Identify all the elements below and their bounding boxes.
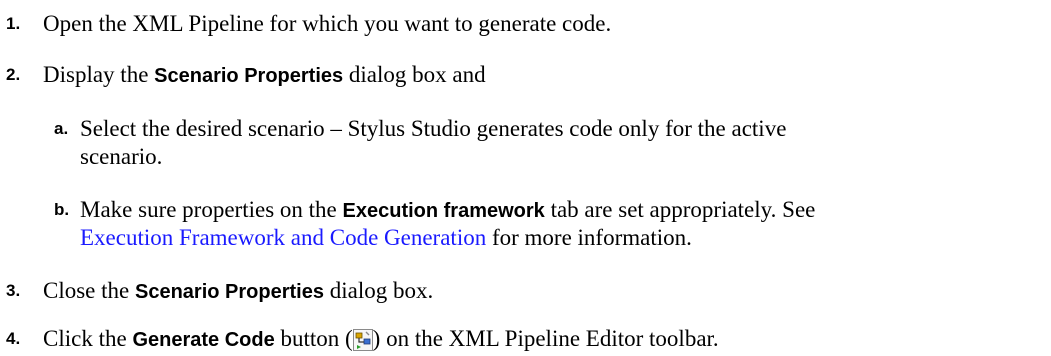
substep-text-post: tab are set appropriately. See	[544, 197, 816, 222]
substep-text-pre: Make sure properties on the	[80, 197, 343, 222]
step-number: 2.	[6, 65, 21, 84]
generate-code-icon	[352, 329, 373, 351]
step-text-post: dialog box.	[323, 278, 434, 303]
ui-term: Execution framework	[342, 200, 545, 222]
substep-line: Select the desired scenario – Stylus Stu…	[80, 116, 787, 141]
substep-text-post2: for more information.	[486, 225, 692, 250]
step-text-post: ) on the XML Pipeline Editor toolbar.	[372, 326, 719, 351]
ui-term: Scenario Properties	[135, 281, 324, 303]
substep-letter: b.	[54, 200, 70, 219]
step-text: Close the Scenario Properties dialog box…	[43, 277, 433, 306]
step-text-pre: Display the	[43, 62, 155, 87]
substep-line: Execution Framework and Code Generation …	[80, 224, 692, 252]
step-text-post: dialog box and	[343, 62, 486, 87]
step-text: Display the Scenario Properties dialog b…	[43, 61, 486, 90]
substep-letter: a.	[54, 119, 69, 138]
step-text: Open the XML Pipeline for which you want…	[43, 11, 612, 36]
ui-term: Generate Code	[132, 329, 275, 351]
step-number: 1.	[6, 14, 21, 33]
step-number: 3.	[6, 281, 21, 300]
step-text-pre: Close the	[43, 278, 135, 303]
substep-line: scenario.	[80, 144, 163, 169]
step-text-pre: Click the	[43, 326, 133, 351]
step-text: Click the Generate Code button ( ) on th…	[43, 325, 719, 354]
ui-term: Scenario Properties	[154, 65, 344, 87]
execution-framework-link[interactable]: Execution Framework and Code Generation	[80, 225, 486, 250]
step-number: 4.	[6, 329, 21, 348]
substep-line: Make sure properties on the Execution fr…	[80, 196, 815, 225]
step-text-mid: button (	[274, 326, 353, 351]
